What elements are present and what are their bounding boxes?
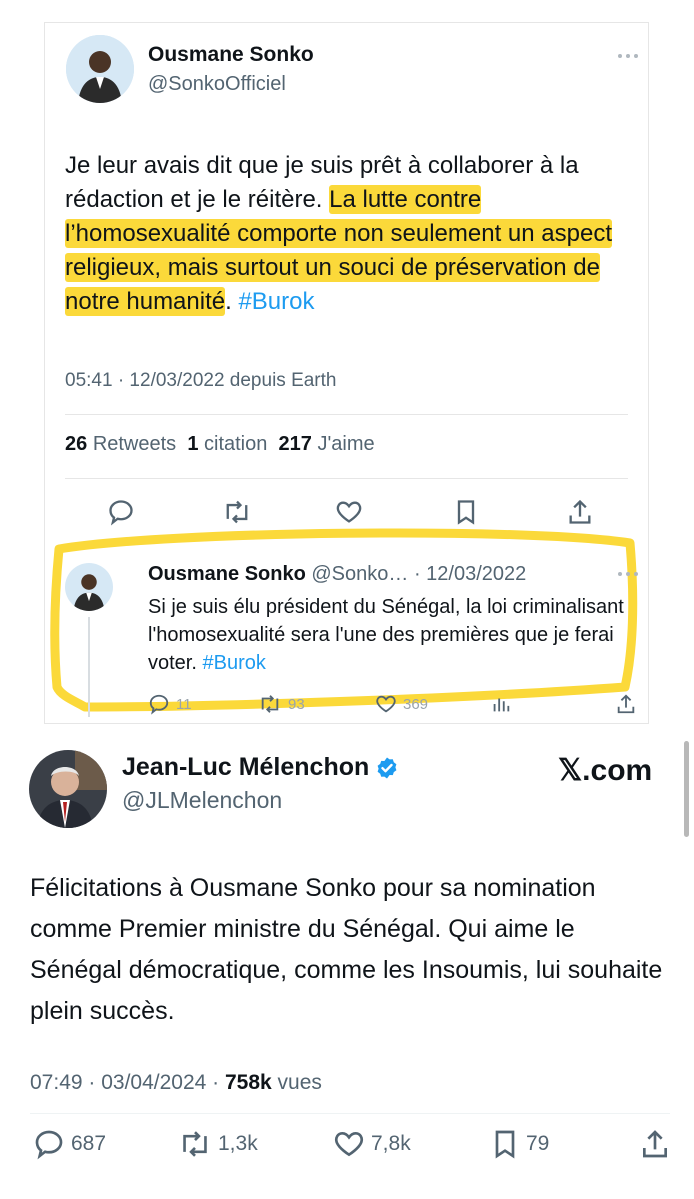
author-handle[interactable]: @JLMelenchon [122,787,282,814]
likes-label: J'aime [317,433,375,455]
quoted-header: Ousmane Sonko @Sonko… · 12/03/2022 [148,563,526,586]
retweets-stat[interactable]: 26 Retweets [65,433,176,455]
quoted-hashtag[interactable]: #Burok [202,652,265,674]
quoted-likes-count: 369 [403,695,429,713]
share-icon [617,694,635,714]
verified-badge-icon [377,757,397,779]
author-handle[interactable]: @SonkoOfficiel [148,73,286,96]
tweet-text: Félicitations à Ousmane Sonko pour sa no… [30,874,663,1025]
bookmark-count: 79 [526,1132,550,1155]
scrollbar[interactable] [684,741,689,837]
x-logo-brand: 𝕏.com [558,754,653,787]
quoted-meta[interactable]: @Sonko… · 12/03/2022 [311,563,526,585]
divider [30,1113,670,1114]
hashtag-link[interactable]: #Burok [238,288,314,315]
views-label: vues [271,1071,322,1094]
heart-icon [334,1131,364,1157]
retweet-icon [261,695,279,713]
quoted-like-button[interactable]: 369 [375,693,428,715]
bookmark-button[interactable]: 79 [490,1128,549,1160]
retweet-count: 1,3k [218,1132,258,1155]
like-count: 7,8k [371,1132,411,1155]
bookmark-icon [495,1130,515,1159]
quoted-share-button[interactable] [615,693,637,715]
timestamp[interactable]: 07:49 · 03/04/2024 · [30,1071,225,1094]
views-count: 758k [224,1071,272,1094]
timestamp-row: 07:49 · 03/04/2024 · 758k vues [30,1071,322,1095]
quotes-label: citation [204,433,268,455]
likes-stat[interactable]: 217 J'aime [279,433,375,455]
divider [65,478,628,479]
timestamp[interactable]: 05:41 · 12/03/2022 depuis Earth [65,370,336,392]
author-name-row: Jean-Luc Mélenchon [122,753,399,782]
author-name[interactable]: Ousmane Sonko [148,43,314,67]
quoted-replies-count: 11 [176,695,192,713]
quoted-author-name[interactable]: Ousmane Sonko [148,563,306,585]
author-name[interactable]: Jean-Luc Mélenchon [122,753,369,781]
share-icon [643,1130,667,1158]
thread-line [88,617,90,717]
retweet-button[interactable]: 1,3k [178,1128,258,1160]
quoted-retweets-count: 93 [288,695,305,713]
reply-icon [35,1130,63,1160]
reply-count: 687 [71,1132,107,1155]
likes-count: 217 [278,433,312,455]
retweet-icon [183,1131,207,1157]
more-options-icon[interactable] [617,53,639,61]
heart-icon [376,695,396,713]
tweet-card-sonko: Ousmane Sonko @SonkoOfficiel Je leur ava… [44,22,649,724]
quoted-text: Si je suis élu président du Sénégal, la … [148,593,628,677]
person-photo-icon [66,35,134,103]
quoted-retweet-button[interactable]: 93 [258,693,305,715]
more-options-icon[interactable] [617,571,639,579]
tweet-card-melenchon: Jean-Luc Mélenchon @JLMelenchon 𝕏.com Fé… [0,735,694,1199]
reply-icon [149,694,169,715]
person-photo-icon [65,563,113,611]
tweet-text-end: . [225,288,239,315]
avatar-sonko-small[interactable] [65,563,113,611]
divider [65,414,628,415]
avatar-melenchon[interactable] [29,750,107,828]
avatar-sonko[interactable] [66,35,134,103]
engagement-stats: 26 Retweets 1 citation 217 J'aime [65,433,375,456]
analytics-icon [493,698,510,712]
reply-button[interactable]: 687 [33,1128,106,1160]
tweet-text-plain: Je leur avais dit que je suis prêt à col… [65,152,579,213]
retweets-count: 26 [65,433,88,455]
like-button[interactable]: 7,8k [333,1128,411,1160]
quoted-reply-button[interactable]: 11 [148,693,192,715]
quotes-stat[interactable]: 1 citation [187,433,267,455]
share-button[interactable] [640,1128,670,1160]
quoted-views-button[interactable] [490,693,512,715]
tweet-text: Je leur avais dit que je suis prêt à col… [65,149,625,319]
quotes-count: 1 [187,433,199,455]
retweets-label: Retweets [92,433,177,455]
person-photo-icon [29,750,107,828]
